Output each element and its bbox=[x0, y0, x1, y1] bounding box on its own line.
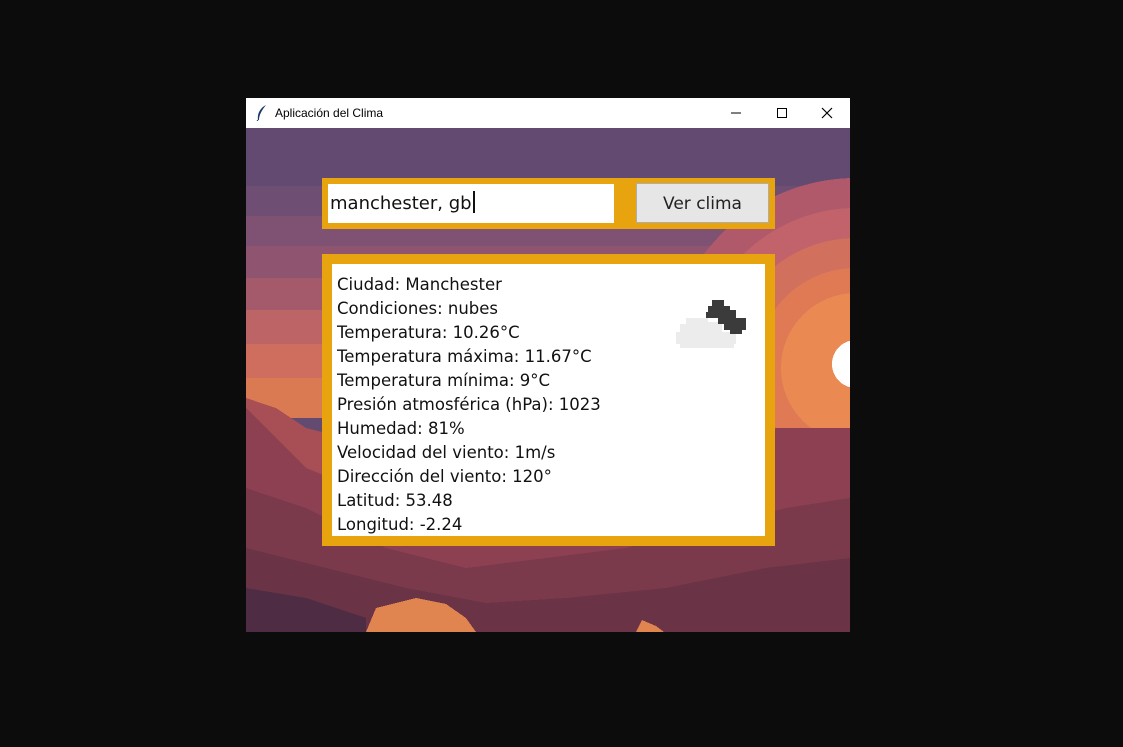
weather-line-conditions: Condiciones: nubes bbox=[337, 299, 499, 318]
weather-details-list: Ciudad: Manchester Condiciones: nubes Te… bbox=[337, 273, 601, 537]
cloudy-icon bbox=[676, 300, 746, 348]
weather-line-temp-min: Temperatura mínima: 9°C bbox=[337, 371, 551, 390]
minimize-button[interactable] bbox=[713, 98, 759, 128]
search-frame: manchester, gb Ver clima bbox=[322, 178, 775, 229]
minimize-icon bbox=[731, 112, 741, 114]
weather-result-frame: Ciudad: Manchester Condiciones: nubes Te… bbox=[322, 254, 775, 546]
weather-line-temp-max: Temperatura máxima: 11.67°C bbox=[337, 347, 592, 366]
weather-result-panel: Ciudad: Manchester Condiciones: nubes Te… bbox=[332, 264, 765, 536]
weather-line-humidity: Humedad: 81% bbox=[337, 419, 465, 438]
app-window: Aplicación del Clima manchester, gb Ver … bbox=[246, 98, 850, 632]
app-client-area: manchester, gb Ver clima Ciudad: Manches… bbox=[246, 128, 850, 632]
close-icon bbox=[821, 107, 833, 119]
weather-line-temperature: Temperatura: 10.26°C bbox=[337, 323, 520, 342]
weather-line-latitude: Latitud: 53.48 bbox=[337, 491, 453, 510]
weather-line-wind-direction: Dirección del viento: 120° bbox=[337, 467, 552, 486]
weather-line-city: Ciudad: Manchester bbox=[337, 275, 502, 294]
text-caret bbox=[472, 191, 475, 213]
maximize-button[interactable] bbox=[759, 98, 805, 128]
close-button[interactable] bbox=[804, 98, 850, 128]
weather-line-wind-speed: Velocidad del viento: 1m/s bbox=[337, 443, 556, 462]
ver-clima-button[interactable]: Ver clima bbox=[636, 183, 769, 223]
title-bar[interactable]: Aplicación del Clima bbox=[246, 98, 850, 128]
feather-icon bbox=[256, 105, 266, 121]
weather-line-pressure: Presión atmosférica (hPa): 1023 bbox=[337, 395, 601, 414]
weather-line-longitude: Longitud: -2.24 bbox=[337, 515, 463, 534]
maximize-icon bbox=[777, 108, 787, 118]
window-title: Aplicación del Clima bbox=[275, 106, 384, 120]
city-search-input[interactable]: manchester, gb bbox=[328, 184, 614, 223]
